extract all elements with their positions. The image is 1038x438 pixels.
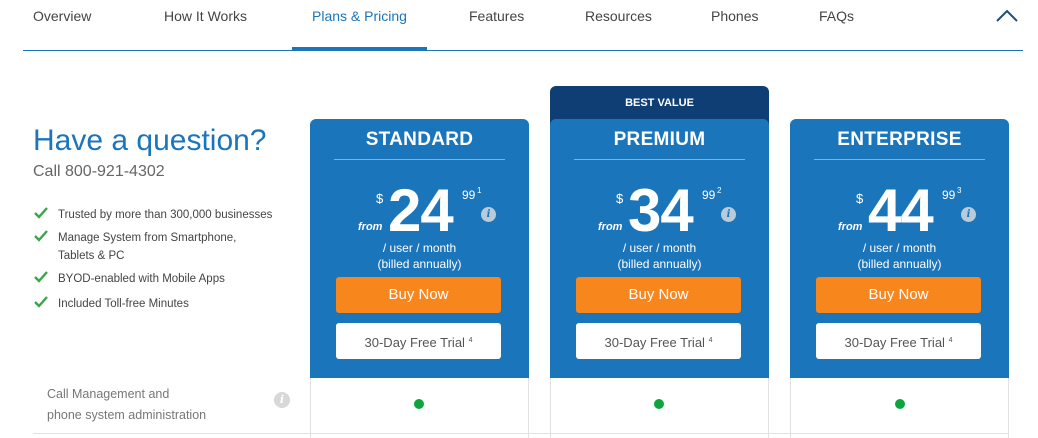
trial-footnote: 4	[708, 337, 713, 344]
price-cents: 99	[702, 188, 716, 202]
per-user-label: / user / month	[622, 241, 697, 255]
feature-row-label-line: Call Management and	[47, 387, 170, 401]
price-footnote: 1	[477, 186, 482, 195]
plan-price: from $ 24 99 1 i	[310, 177, 529, 244]
feature-list: Trusted by more than 300,000 businesses …	[33, 206, 273, 313]
per-user-label: / user / month	[862, 241, 937, 255]
currency-symbol: $	[616, 191, 624, 206]
tab-overview[interactable]: Overview	[33, 8, 91, 24]
price-cents: 99	[942, 188, 956, 202]
checkmark-icon	[34, 296, 48, 308]
list-item: Included Toll-free Minutes	[33, 295, 273, 313]
tab-resources[interactable]: Resources	[585, 8, 652, 24]
free-trial-button[interactable]: 30-Day Free Trial 4	[336, 323, 501, 359]
column-divider	[790, 378, 791, 438]
free-trial-button[interactable]: 30-Day Free Trial 4	[576, 323, 741, 359]
active-tab-indicator	[292, 47, 427, 50]
info-icon[interactable]: i	[481, 207, 496, 222]
list-item: BYOD-enabled with Mobile Apps	[33, 270, 273, 288]
feature-row-label: Call Management and phone system adminis…	[47, 384, 206, 426]
column-divider	[550, 378, 551, 438]
price-from-label: from	[358, 221, 383, 233]
phone-number: Call 800-921-4302	[33, 163, 165, 180]
billing-note: (billed annually)	[377, 257, 462, 271]
tab-phones[interactable]: Phones	[711, 8, 758, 24]
buy-now-button[interactable]: Buy Now	[576, 277, 741, 313]
free-trial-label: 30-Day Free Trial	[844, 335, 945, 350]
price-footnote: 2	[717, 186, 722, 195]
plan-card-standard: STANDARD from $ 24 99 1 i / user / month…	[310, 119, 529, 378]
feature-text: BYOD-enabled with Mobile Apps	[58, 273, 225, 285]
question-heading: Have a question?	[33, 124, 267, 157]
trial-footnote: 4	[468, 337, 473, 344]
column-divider	[310, 378, 311, 438]
price-cents: 99	[462, 188, 476, 202]
price-amount: 44	[868, 177, 934, 244]
price-period: / user / month (billed annually)	[790, 240, 1009, 272]
list-item: Trusted by more than 300,000 businesses	[33, 206, 273, 224]
checkmark-icon	[34, 230, 48, 242]
price-footnote: 3	[957, 186, 962, 195]
plan-price: from $ 44 99 3 i	[790, 177, 1009, 244]
buy-now-button[interactable]: Buy Now	[816, 277, 981, 313]
trial-footnote: 4	[948, 337, 953, 344]
plan-card-enterprise: ENTERPRISE from $ 44 99 3 i / user / mon…	[790, 119, 1009, 378]
feature-text: Trusted by more than 300,000 businesses	[58, 209, 273, 221]
price-period: / user / month (billed annually)	[310, 240, 529, 272]
included-indicator	[895, 399, 905, 409]
feature-row-label-line: phone system administration	[47, 408, 207, 422]
plan-name: STANDARD	[334, 129, 505, 160]
price-from-label: from	[598, 221, 623, 233]
feature-text: Included Toll-free Minutes	[58, 298, 189, 310]
tab-plans-pricing[interactable]: Plans & Pricing	[312, 8, 407, 24]
billing-note: (billed annually)	[617, 257, 702, 271]
price-from-label: from	[838, 221, 863, 233]
plan-price: from $ 34 99 2 i	[550, 177, 769, 244]
tab-features[interactable]: Features	[469, 8, 524, 24]
price-period: / user / month (billed annually)	[550, 240, 769, 272]
free-trial-label: 30-Day Free Trial	[364, 335, 465, 350]
included-indicator	[654, 399, 664, 409]
tab-how-it-works[interactable]: How It Works	[164, 8, 247, 24]
feature-text: Manage System from Smartphone, Tablets &…	[58, 232, 237, 262]
column-divider	[1008, 378, 1009, 438]
section-nav: Overview How It Works Plans & Pricing Fe…	[23, 0, 1023, 51]
info-icon[interactable]: i	[274, 392, 290, 408]
buy-now-button[interactable]: Buy Now	[336, 277, 501, 313]
plan-card-premium: PREMIUM from $ 34 99 2 i / user / month …	[550, 119, 769, 378]
list-item: Manage System from Smartphone, Tablets &…	[33, 229, 273, 265]
price-amount: 34	[628, 177, 694, 244]
currency-symbol: $	[376, 191, 384, 206]
info-icon[interactable]: i	[961, 207, 976, 222]
free-trial-button[interactable]: 30-Day Free Trial 4	[816, 323, 981, 359]
free-trial-label: 30-Day Free Trial	[604, 335, 705, 350]
plan-name: PREMIUM	[574, 129, 745, 160]
plan-name: ENTERPRISE	[814, 129, 985, 160]
included-indicator	[414, 399, 424, 409]
currency-symbol: $	[856, 191, 864, 206]
chevron-up-icon[interactable]	[995, 6, 1019, 24]
column-divider	[768, 378, 769, 438]
checkmark-icon	[34, 207, 48, 219]
checkmark-icon	[34, 271, 48, 283]
column-divider	[528, 378, 529, 438]
billing-note: (billed annually)	[857, 257, 942, 271]
info-icon[interactable]: i	[721, 207, 736, 222]
price-amount: 24	[388, 177, 454, 244]
row-divider	[33, 433, 1008, 434]
tab-faqs[interactable]: FAQs	[819, 8, 854, 24]
per-user-label: / user / month	[382, 241, 457, 255]
